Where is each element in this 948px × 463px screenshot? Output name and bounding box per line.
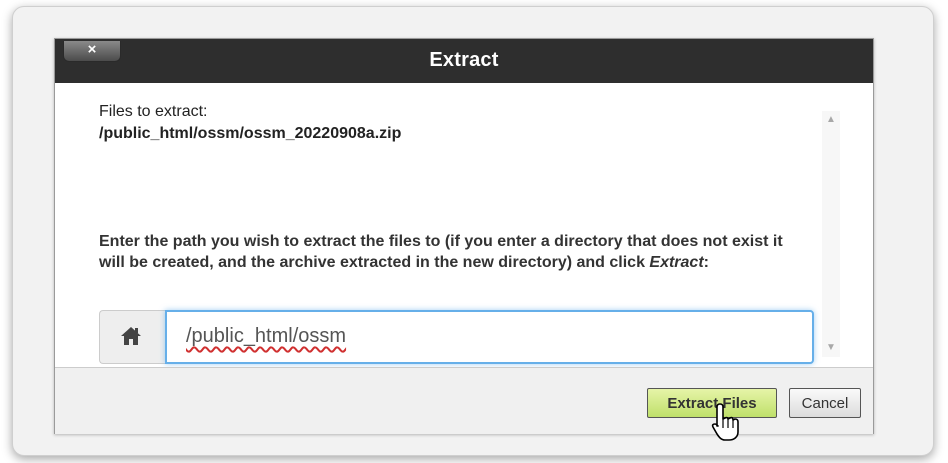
instruction-text: Enter the path you wish to extract the f… xyxy=(99,231,799,273)
extract-path-input[interactable] xyxy=(165,310,814,364)
files-label: Files to extract: xyxy=(99,103,208,120)
home-addon xyxy=(99,310,166,364)
instruction-action: Extract xyxy=(649,254,704,271)
dialog-footer: Extract Files Cancel xyxy=(55,367,873,441)
cancel-button[interactable]: Cancel xyxy=(789,388,861,418)
extract-dialog: × Extract Files to extract: /public_html… xyxy=(54,38,874,441)
extract-files-button[interactable]: Extract Files xyxy=(647,388,777,418)
dialog-titlebar: × Extract xyxy=(55,39,873,83)
scroll-up-icon[interactable]: ▲ xyxy=(822,111,840,129)
home-icon xyxy=(121,327,141,345)
dialog-content: Files to extract: /public_html/ossm/ossm… xyxy=(55,83,873,367)
content-scrollbar[interactable]: ▲ ▼ xyxy=(822,111,840,357)
file-path: /public_html/ossm/ossm_20220908a.zip xyxy=(99,125,402,142)
instruction-suffix: : xyxy=(703,254,709,271)
path-input-group: /public_html/ossm xyxy=(99,310,816,364)
scroll-down-icon[interactable]: ▼ xyxy=(822,339,840,357)
dialog-title: Extract xyxy=(429,49,499,71)
